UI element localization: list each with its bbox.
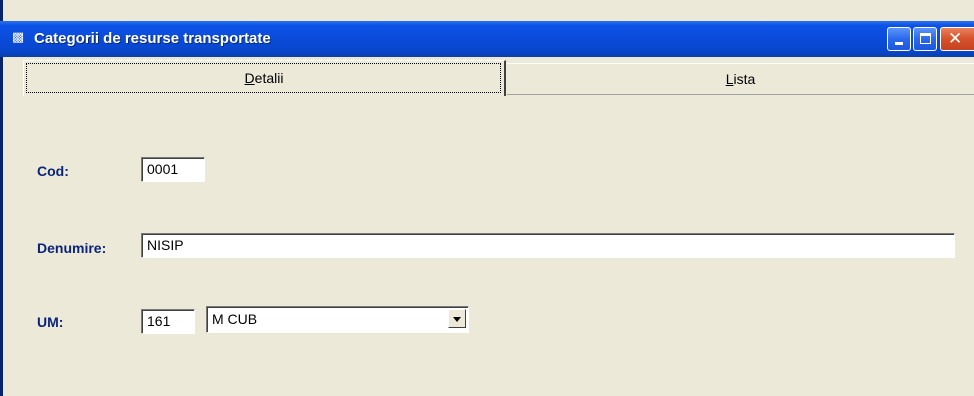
title-bar[interactable]: ▩ Categorii de resurse transportate ✕ bbox=[0, 21, 974, 57]
close-button[interactable]: ✕ bbox=[940, 27, 974, 51]
um-select-value: M CUB bbox=[212, 311, 258, 327]
denumire-label: Denumire: bbox=[37, 240, 107, 256]
um-label: UM: bbox=[37, 314, 64, 330]
focus-rectangle bbox=[26, 63, 501, 93]
minimize-button[interactable] bbox=[887, 27, 911, 51]
window-title: Categorii de resurse transportate bbox=[34, 30, 271, 47]
chevron-down-icon bbox=[453, 317, 461, 322]
maximize-icon bbox=[920, 33, 931, 44]
tab-lista[interactable]: Lista bbox=[507, 63, 974, 95]
maximize-button[interactable] bbox=[913, 27, 937, 51]
minimize-icon bbox=[895, 42, 903, 45]
um-code-field[interactable]: 161 bbox=[141, 309, 195, 334]
app-window-icon[interactable]: ▩ bbox=[10, 30, 26, 46]
close-icon: ✕ bbox=[948, 29, 963, 49]
cod-field[interactable]: 0001 bbox=[141, 157, 205, 182]
um-dropdown-button[interactable] bbox=[448, 309, 466, 328]
tab-lista-label: Lista bbox=[725, 71, 756, 87]
cod-label: Cod: bbox=[37, 163, 69, 179]
tab-strip: Detalii Lista bbox=[3, 57, 974, 97]
tab-detalii[interactable]: Detalii bbox=[23, 60, 506, 96]
denumire-field[interactable]: NISIP bbox=[141, 233, 955, 258]
um-select[interactable]: M CUB bbox=[206, 306, 469, 333]
